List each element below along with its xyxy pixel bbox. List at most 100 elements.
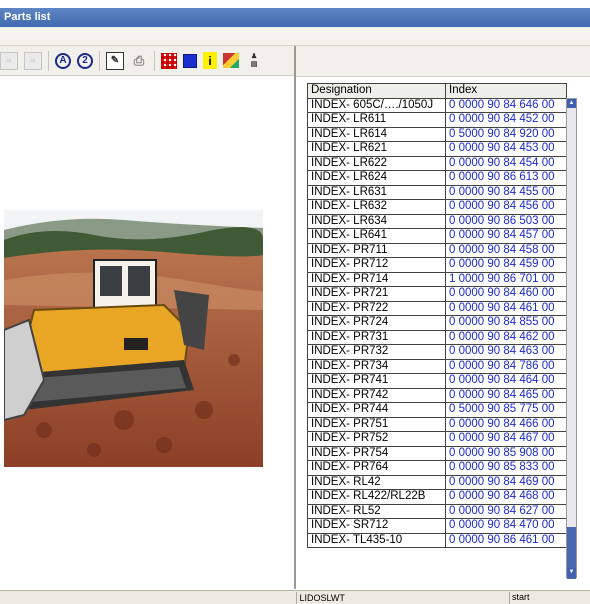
table-row[interactable]: INDEX- PR742 0 0000 90 84 465 00 (307, 387, 567, 403)
designation-cell[interactable]: INDEX- LR611 (307, 112, 446, 128)
designation-cell[interactable]: INDEX- RL52 (307, 503, 446, 519)
table-row[interactable]: INDEX- LR611 0 0000 90 84 452 00 (307, 112, 567, 128)
designation-cell[interactable]: INDEX- LR621 (307, 141, 446, 157)
index-cell[interactable]: 0 0000 90 84 453 00 (445, 141, 567, 157)
table-row[interactable]: INDEX- PR711 0 0000 90 84 458 00 (307, 242, 567, 258)
index-cell[interactable]: 0 0000 90 84 460 00 (445, 286, 567, 302)
index-cell[interactable]: 0 0000 90 85 833 00 (445, 460, 567, 476)
table-row[interactable]: INDEX- PR722 0 0000 90 84 461 00 (307, 300, 567, 316)
index-cell[interactable]: 0 0000 90 84 627 00 (445, 503, 567, 519)
index-cell[interactable]: 0 0000 90 84 467 00 (445, 431, 567, 447)
designation-cell[interactable]: INDEX- LR631 (307, 184, 446, 200)
table-row[interactable]: INDEX- SR712 0 0000 90 84 470 00 (307, 518, 567, 534)
table-row[interactable]: INDEX- PR721 0 0000 90 84 460 00 (307, 286, 567, 302)
designation-cell[interactable]: INDEX- LR632 (307, 199, 446, 215)
table-row[interactable]: INDEX- LR624 0 0000 90 86 613 00 (307, 170, 567, 186)
circle-a-icon[interactable]: A (55, 52, 71, 69)
index-cell[interactable]: 0 0000 90 84 464 00 (445, 373, 567, 389)
table-row[interactable]: INDEX- PR752 0 0000 90 84 467 00 (307, 431, 567, 447)
index-cell[interactable]: 0 0000 90 84 465 00 (445, 387, 567, 403)
table-row[interactable]: INDEX- LR614 0 5000 90 84 920 00 (307, 126, 567, 142)
index-cell[interactable]: 0 0000 90 84 455 00 (445, 184, 567, 200)
index-cell[interactable]: 0 0000 90 84 470 00 (445, 518, 567, 534)
index-cell[interactable]: 0 0000 90 84 463 00 (445, 344, 567, 360)
index-cell[interactable]: 0 0000 90 84 646 00 (445, 97, 567, 113)
designation-cell[interactable]: INDEX- LR634 (307, 213, 446, 229)
column-header-index[interactable]: Index (445, 83, 567, 99)
table-row[interactable]: INDEX- LR641 0 0000 90 84 457 00 (307, 228, 567, 244)
circle-2-icon[interactable]: 2 (77, 52, 93, 69)
designation-cell[interactable]: INDEX- LR624 (307, 170, 446, 186)
grid-icon[interactable] (161, 52, 177, 69)
scroll-up-arrow-icon[interactable]: ▲ (567, 99, 576, 108)
edit-icon[interactable]: ✎ (106, 51, 124, 70)
pane-divider[interactable] (294, 46, 296, 589)
index-cell[interactable]: 0 0000 90 84 457 00 (445, 228, 567, 244)
scroll-down-arrow-icon[interactable]: ▼ (567, 568, 576, 577)
designation-cell[interactable]: INDEX- PR744 (307, 402, 446, 418)
designation-cell[interactable]: INDEX- RL422/RL22B (307, 489, 446, 505)
index-cell[interactable]: 0 0000 90 86 503 00 (445, 213, 567, 229)
index-cell[interactable]: 0 0000 90 84 458 00 (445, 242, 567, 258)
table-row[interactable]: INDEX- PR734 0 0000 90 84 786 00 (307, 358, 567, 374)
index-cell[interactable]: 0 0000 90 84 461 00 (445, 300, 567, 316)
index-cell[interactable]: 0 0000 90 84 459 00 (445, 257, 567, 273)
index-cell[interactable]: 0 0000 90 84 452 00 (445, 112, 567, 128)
table-row[interactable]: INDEX- PR731 0 0000 90 84 462 00 (307, 329, 567, 345)
library-icon[interactable]: ♟ ▤ (245, 52, 263, 70)
table-row[interactable]: INDEX- PR751 0 0000 90 84 466 00 (307, 416, 567, 432)
table-row[interactable]: INDEX- PR732 0 0000 90 84 463 00 (307, 344, 567, 360)
index-cell[interactable]: 0 0000 90 84 466 00 (445, 416, 567, 432)
table-row[interactable]: INDEX- PR724 0 0000 90 84 855 00 (307, 315, 567, 331)
designation-cell[interactable]: INDEX- TL435-10 (307, 532, 446, 548)
designation-cell[interactable]: INDEX- SR712 (307, 518, 446, 534)
index-cell[interactable]: 0 0000 90 85 908 00 (445, 445, 567, 461)
designation-cell[interactable]: INDEX- PR764 (307, 460, 446, 476)
designation-cell[interactable]: INDEX- PR742 (307, 387, 446, 403)
table-row[interactable]: INDEX- RL42 0 0000 90 84 469 00 (307, 474, 567, 490)
designation-cell[interactable]: INDEX- LR641 (307, 228, 446, 244)
table-row[interactable]: INDEX- TL435-10 0 0000 90 86 461 00 (307, 532, 567, 548)
table-row[interactable]: INDEX- PR714 1 0000 90 86 701 00 (307, 271, 567, 287)
page-copy-icon[interactable]: ▫ (24, 51, 42, 70)
column-header-designation[interactable]: Designation (307, 83, 446, 99)
index-cell[interactable]: 0 0000 90 86 461 00 (445, 532, 567, 548)
designation-cell[interactable]: INDEX- LR614 (307, 126, 446, 142)
table-row[interactable]: INDEX- LR622 0 0000 90 84 454 00 (307, 155, 567, 171)
table-row[interactable]: INDEX- PR712 0 0000 90 84 459 00 (307, 257, 567, 273)
designation-cell[interactable]: INDEX- PR714 (307, 271, 446, 287)
index-cell[interactable]: 0 5000 90 84 920 00 (445, 126, 567, 142)
table-row[interactable]: INDEX- PR744 0 5000 90 85 775 00 (307, 402, 567, 418)
table-row[interactable]: INDEX- LR632 0 0000 90 84 456 00 (307, 199, 567, 215)
print-icon[interactable]: ⎙ (130, 52, 148, 70)
designation-cell[interactable]: INDEX- PR751 (307, 416, 446, 432)
designation-cell[interactable]: INDEX- PR754 (307, 445, 446, 461)
index-cell[interactable]: 0 0000 90 84 462 00 (445, 329, 567, 345)
designation-cell[interactable]: INDEX- PR741 (307, 373, 446, 389)
designation-cell[interactable]: INDEX- PR722 (307, 300, 446, 316)
designation-cell[interactable]: INDEX- PR734 (307, 358, 446, 374)
index-cell[interactable]: 0 0000 90 86 613 00 (445, 170, 567, 186)
table-row[interactable]: INDEX- LR621 0 0000 90 84 453 00 (307, 141, 567, 157)
table-row[interactable]: INDEX- RL422/RL22B 0 0000 90 84 468 00 (307, 489, 567, 505)
table-row[interactable]: INDEX- 605C/…./1050J 0 0000 90 84 646 00 (307, 97, 567, 113)
index-cell[interactable]: 0 0000 90 84 468 00 (445, 489, 567, 505)
page-icon[interactable]: ▫ (0, 51, 18, 70)
index-cell[interactable]: 1 0000 90 86 701 00 (445, 271, 567, 287)
table-row[interactable]: INDEX- RL52 0 0000 90 84 627 00 (307, 503, 567, 519)
table-row[interactable]: INDEX- PR764 0 0000 90 85 833 00 (307, 460, 567, 476)
designation-cell[interactable]: INDEX- PR731 (307, 329, 446, 345)
table-row[interactable]: INDEX- PR741 0 0000 90 84 464 00 (307, 373, 567, 389)
designation-cell[interactable]: INDEX- RL42 (307, 474, 446, 490)
designation-cell[interactable]: INDEX- PR721 (307, 286, 446, 302)
table-row[interactable]: INDEX- LR631 0 0000 90 84 455 00 (307, 184, 567, 200)
blue-square-icon[interactable] (183, 53, 197, 68)
info-icon[interactable]: i (203, 52, 217, 69)
designation-cell[interactable]: INDEX- PR711 (307, 242, 446, 258)
table-row[interactable]: INDEX- LR634 0 0000 90 86 503 00 (307, 213, 567, 229)
designation-cell[interactable]: INDEX- PR752 (307, 431, 446, 447)
index-cell[interactable]: 0 0000 90 84 469 00 (445, 474, 567, 490)
vertical-scrollbar[interactable]: ▲ ▼ (566, 98, 577, 579)
index-cell[interactable]: 0 5000 90 85 775 00 (445, 402, 567, 418)
index-cell[interactable]: 0 0000 90 84 786 00 (445, 358, 567, 374)
